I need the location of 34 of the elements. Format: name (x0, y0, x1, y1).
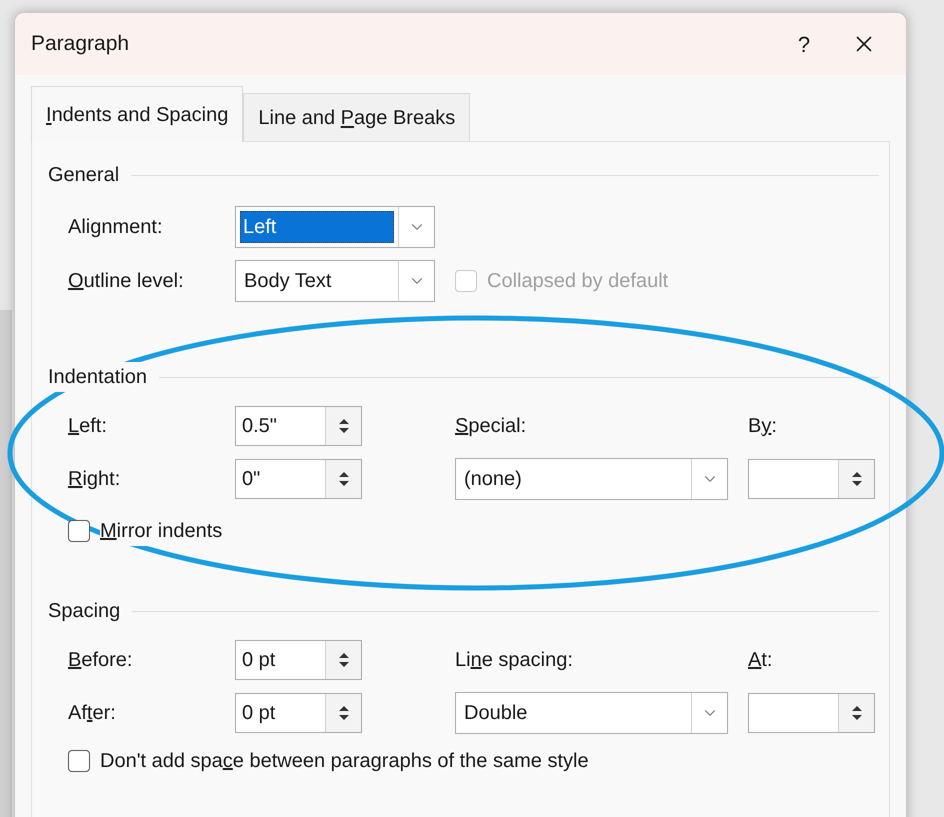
field-label: After: (68, 701, 117, 726)
field-label: Alignment: (68, 215, 164, 240)
spin-arrows-icon (338, 651, 350, 669)
group-heading: Indentation (48, 362, 147, 392)
tab[interactable]: Indents and Spacing (31, 86, 244, 142)
checkbox-label: Don't add space between paragraphs of the same style (100, 750, 589, 772)
checkbox-label: Mirror indents (100, 520, 222, 542)
after-spinner[interactable]: 0 pt (235, 693, 362, 733)
line-spacing-dropdown[interactable]: Double (455, 692, 728, 734)
field-label: At: (748, 648, 774, 673)
field-label: Left: (68, 414, 108, 439)
checkbox[interactable] (68, 520, 90, 542)
alignment-dropdown[interactable]: Left (235, 206, 435, 248)
right-indent-spinner[interactable]: 0" (235, 459, 362, 499)
spin-arrows-icon (850, 704, 862, 722)
field-label: By: (748, 414, 778, 439)
checkbox[interactable] (68, 750, 90, 772)
field-label: Outline level: (68, 269, 185, 294)
special-dropdown[interactable]: (none) (455, 458, 728, 500)
field-label: Right: (68, 467, 122, 492)
help-button[interactable]: ? (774, 19, 834, 69)
spin-arrows-icon (338, 417, 350, 435)
before-spinner[interactable]: 0 pt (235, 640, 362, 680)
window-title: Paragraph (31, 31, 130, 58)
left-indent-spinner[interactable]: 0.5" (235, 406, 362, 446)
field-label: Special: (455, 414, 528, 439)
checkbox-label: Collapsed by default (487, 270, 668, 292)
spin-arrows-icon (850, 470, 862, 488)
spin-arrows-icon (338, 470, 350, 488)
tab[interactable]: Line and Page Breaks (243, 93, 470, 141)
spin-arrows-icon (338, 704, 350, 722)
field-label: Line spacing: (455, 648, 574, 673)
outline-level-dropdown[interactable]: Body Text (235, 260, 435, 302)
field-label: Before: (68, 648, 134, 673)
